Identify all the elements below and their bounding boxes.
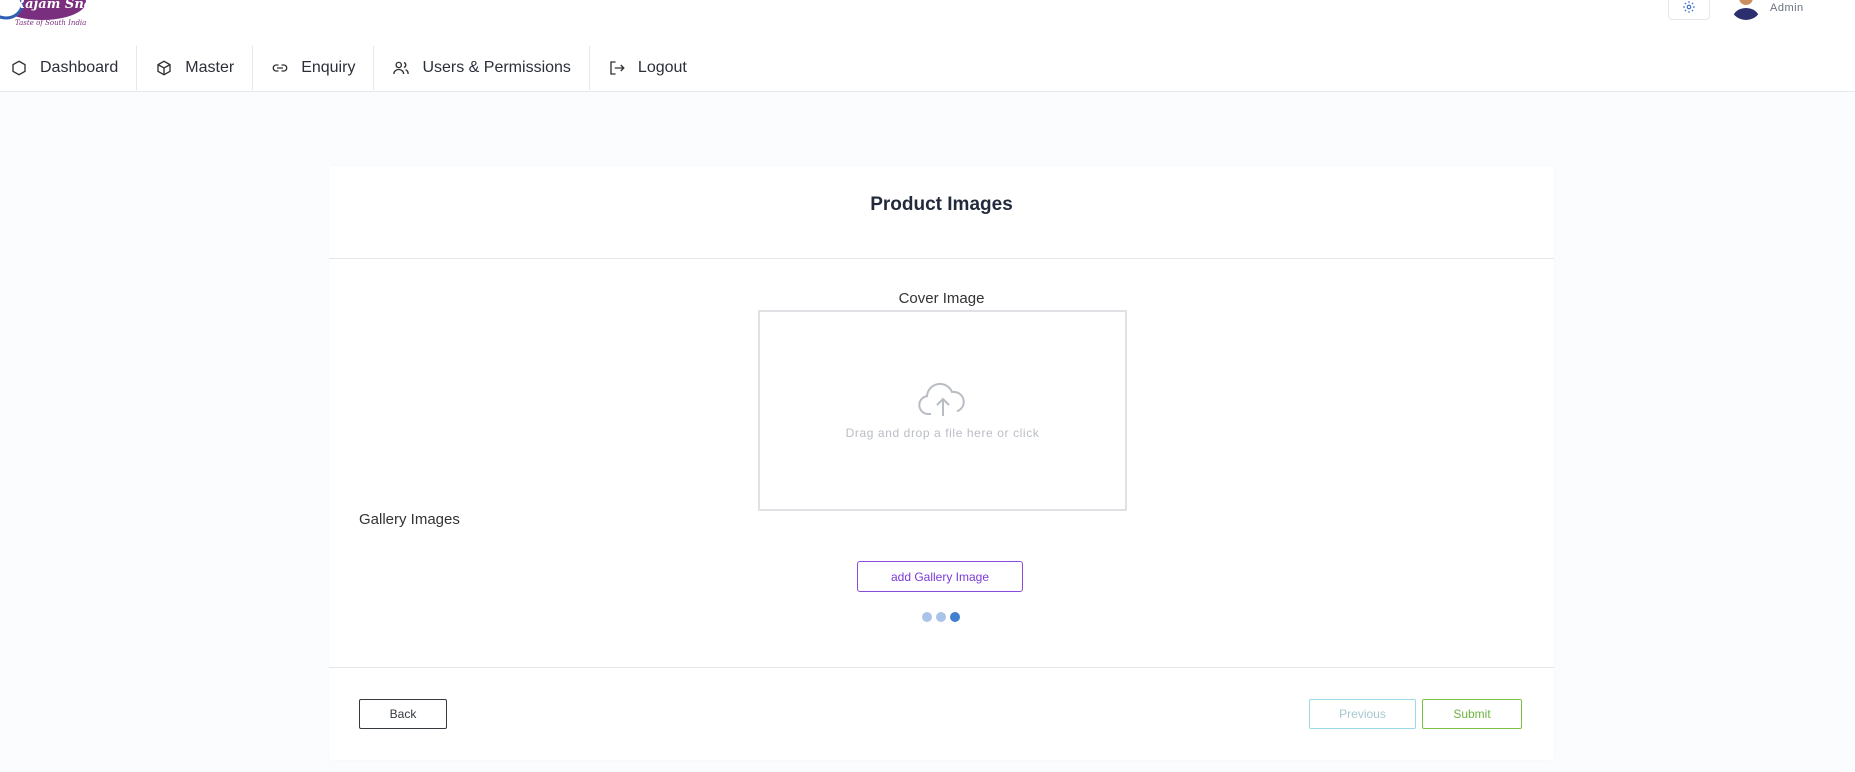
users-icon	[393, 61, 410, 75]
footer-divider	[329, 667, 1554, 668]
cloud-upload-icon	[917, 382, 965, 416]
gear-icon	[1683, 1, 1695, 13]
user-menu[interactable]: Admin	[1730, 0, 1804, 20]
nav-logout[interactable]: Logout	[588, 46, 705, 90]
main-nav: Dashboard Master Enquiry Users & Permiss…	[0, 46, 705, 90]
cover-image-dropzone[interactable]: Drag and drop a file here or click	[758, 310, 1127, 511]
nav-label: Master	[185, 59, 235, 76]
user-name: Admin	[1770, 2, 1804, 14]
nav-label: Users & Permissions	[422, 59, 571, 76]
loading-dot	[936, 612, 946, 622]
cover-image-label: Cover Image	[898, 290, 985, 307]
logout-icon	[610, 61, 625, 75]
nav-enquiry[interactable]: Enquiry	[252, 46, 373, 90]
previous-button[interactable]: Previous	[1309, 699, 1416, 729]
header-divider	[329, 258, 1554, 259]
add-gallery-image-button[interactable]: add Gallery Image	[857, 561, 1023, 592]
brand-logo[interactable]: Rajam Snacks Taste of South India	[0, 0, 117, 35]
avatar	[1730, 0, 1762, 20]
nav-label: Dashboard	[40, 59, 119, 76]
nav-users-permissions[interactable]: Users & Permissions	[373, 46, 588, 90]
nav-dashboard[interactable]: Dashboard	[0, 46, 136, 90]
settings-button[interactable]	[1668, 0, 1710, 20]
nav-label: Enquiry	[301, 59, 356, 76]
nav-label: Logout	[637, 59, 687, 76]
loading-indicator	[922, 612, 960, 622]
hexagon-icon	[12, 60, 26, 76]
nav-master[interactable]: Master	[136, 46, 252, 90]
gallery-images-label: Gallery Images	[359, 511, 460, 528]
link-icon	[272, 64, 288, 72]
product-images-card: Product Images Cover Image Drag and drop…	[329, 166, 1554, 760]
svg-text:Rajam Snacks: Rajam Snacks	[13, 0, 95, 12]
top-bar: Rajam Snacks Taste of South India Admin …	[0, 0, 1855, 92]
loading-dot	[950, 612, 960, 622]
submit-button[interactable]: Submit	[1422, 699, 1522, 729]
back-button[interactable]: Back	[359, 699, 447, 729]
page-title: Product Images	[870, 194, 1013, 215]
box-icon	[157, 60, 171, 76]
svg-text:Taste of South India: Taste of South India	[15, 19, 86, 27]
loading-dot	[922, 612, 932, 622]
dropzone-text: Drag and drop a file here or click	[845, 425, 1040, 440]
